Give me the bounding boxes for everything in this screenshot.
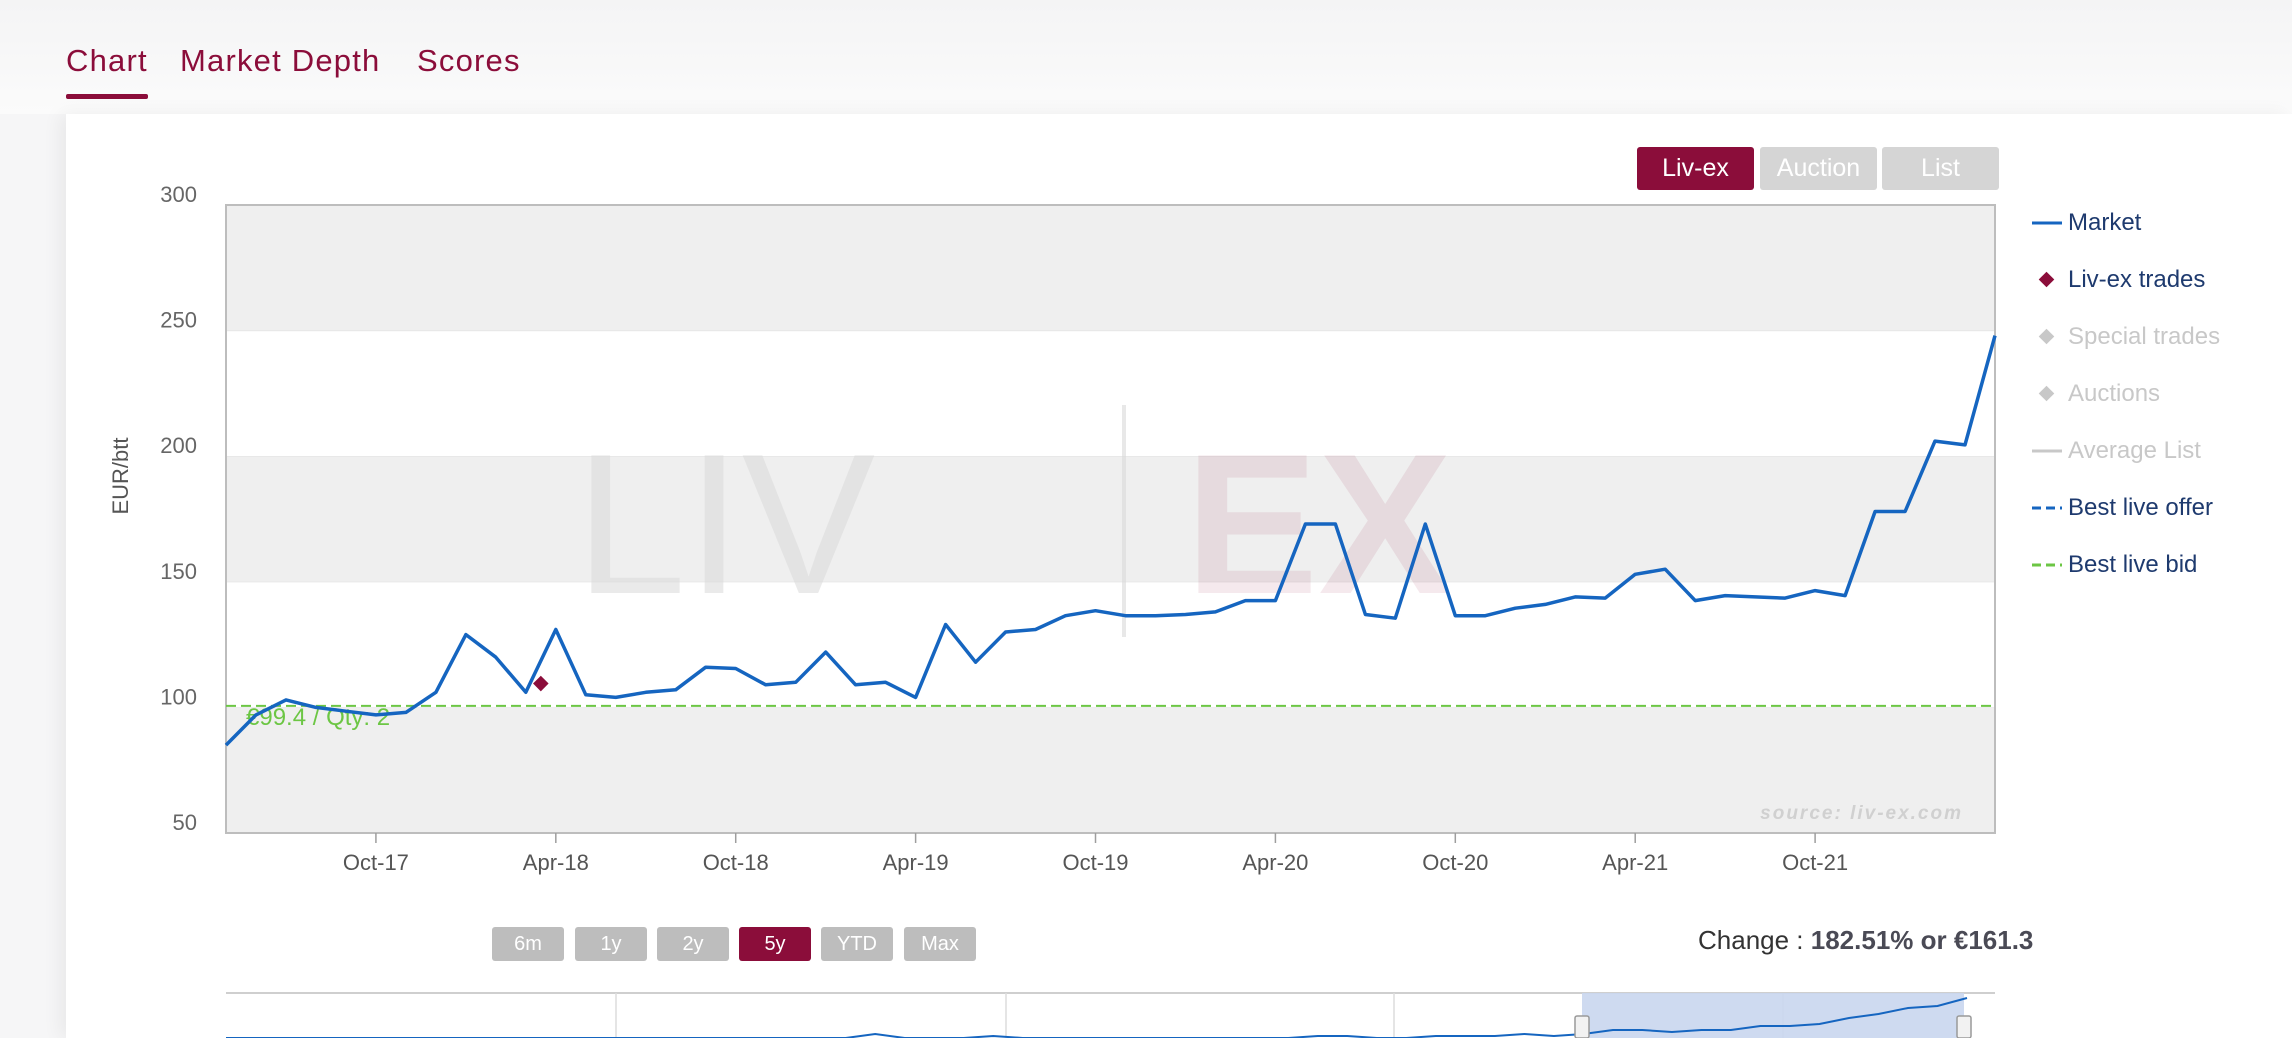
legend-label: Auctions <box>2068 380 2161 407</box>
diamond-icon <box>2032 374 2068 414</box>
line-swatch-icon <box>2032 431 2068 471</box>
diamond-icon <box>2032 317 2068 357</box>
tab-scores[interactable]: Scores <box>417 43 521 79</box>
line-swatch-icon <box>2032 488 2068 528</box>
chart-panel <box>66 114 2292 1038</box>
source-auction-button[interactable]: Auction <box>1760 147 1877 190</box>
tab-chart[interactable]: Chart <box>66 43 148 99</box>
legend-label: Special trades <box>2068 323 2221 350</box>
legend-label: Market <box>2068 209 2142 236</box>
tab-bar: Chart Market Depth Scores <box>0 0 2292 114</box>
range-button-max[interactable]: Max <box>904 927 976 961</box>
range-button-6m[interactable]: 6m <box>492 927 564 961</box>
range-button-5y[interactable]: 5y <box>739 927 811 961</box>
change-value: 182.51% or €161.3 <box>1810 925 2034 955</box>
legend-label: Best live bid <box>2068 551 2198 578</box>
line-swatch-icon <box>2032 203 2068 243</box>
range-button-1y[interactable]: 1y <box>575 927 647 961</box>
legend-item[interactable]: Average List <box>2032 431 2201 471</box>
change-label: Change : <box>1698 925 1804 955</box>
legend-label: Best live offer <box>2068 494 2213 521</box>
change-summary: Change : 182.51% or €161.3 <box>1698 925 2033 956</box>
range-button-ytd[interactable]: YTD <box>821 927 893 961</box>
legend-item[interactable]: Best live offer <box>2032 488 2213 528</box>
legend-item[interactable]: Special trades <box>2032 317 2220 357</box>
legend-item[interactable]: Auctions <box>2032 374 2160 414</box>
legend-label: Liv-ex trades <box>2068 266 2206 293</box>
legend-item[interactable]: Best live bid <box>2032 545 2197 585</box>
source-livex-button[interactable]: Liv-ex <box>1637 147 1754 190</box>
line-swatch-icon <box>2032 545 2068 585</box>
source-list-button[interactable]: List <box>1882 147 1999 190</box>
legend-item[interactable]: Market <box>2032 203 2141 243</box>
tab-market-depth[interactable]: Market Depth <box>180 43 380 79</box>
diamond-icon <box>2032 260 2068 300</box>
range-button-2y[interactable]: 2y <box>657 927 729 961</box>
legend-label: Average List <box>2068 437 2201 464</box>
legend-item[interactable]: Liv-ex trades <box>2032 260 2205 300</box>
